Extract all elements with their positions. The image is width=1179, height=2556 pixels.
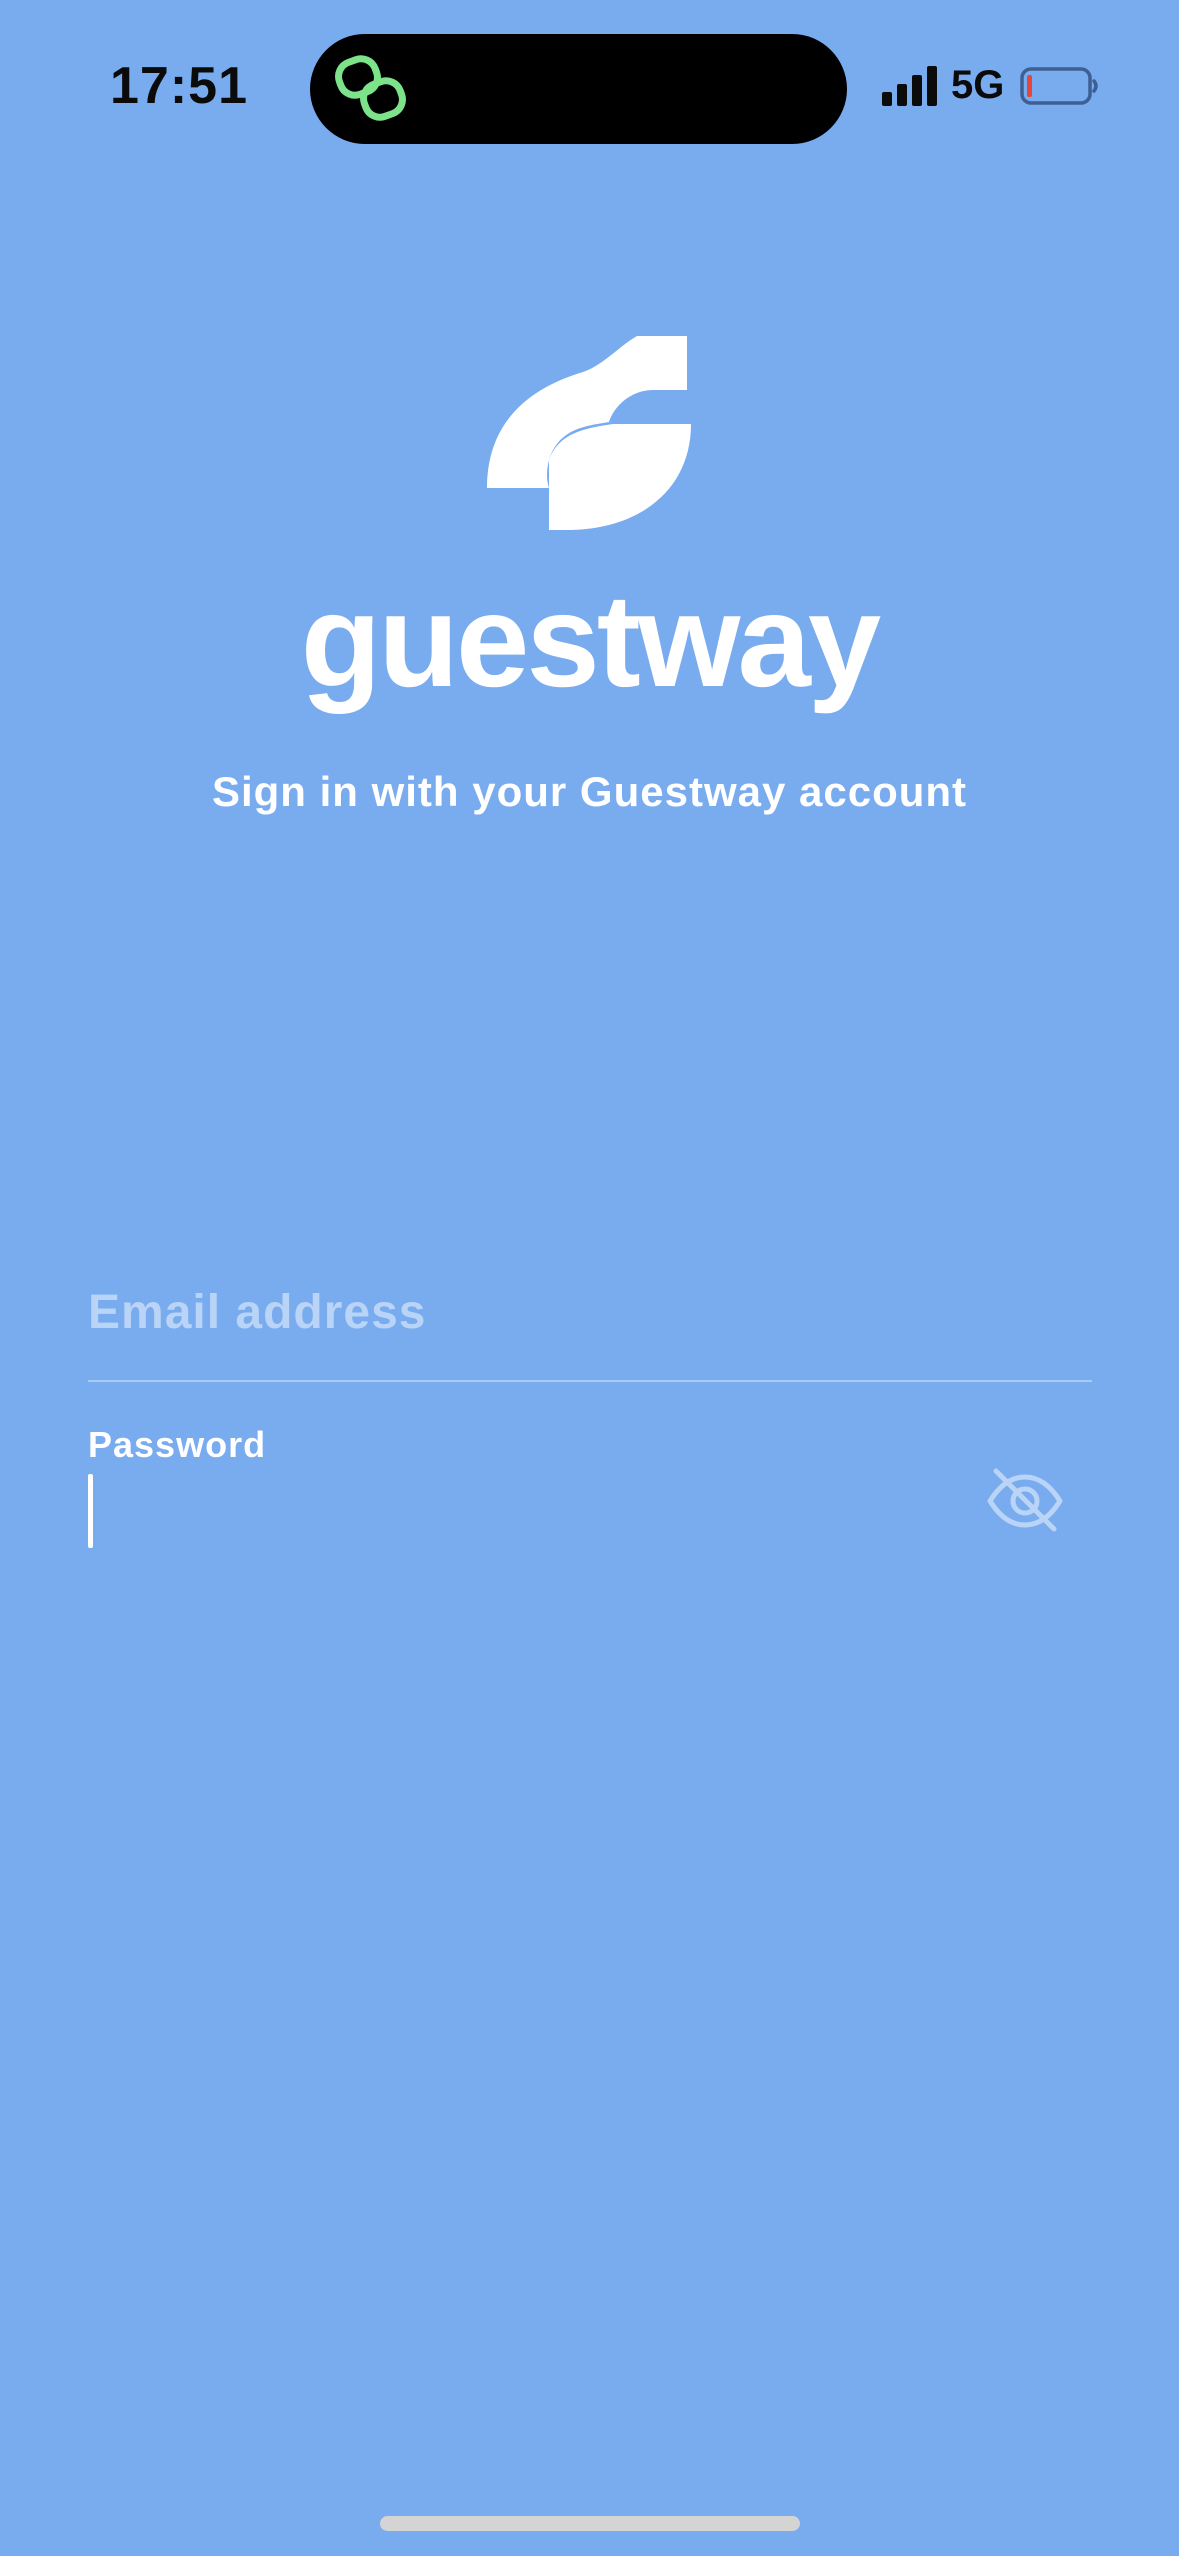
- eye-slash-icon[interactable]: [984, 1465, 1066, 1535]
- email-field[interactable]: [88, 1270, 1092, 1382]
- status-bar: 17:51 5G: [0, 0, 1179, 170]
- cellular-signal-icon: [882, 66, 937, 106]
- battery-low-icon: [1020, 67, 1098, 105]
- password-input[interactable]: [88, 1474, 988, 1556]
- password-field[interactable]: Password: [88, 1420, 1092, 1560]
- linked-rings-icon: [335, 55, 406, 121]
- home-indicator[interactable]: [380, 2516, 800, 2531]
- network-type: 5G: [951, 63, 1005, 107]
- password-label: Password: [88, 1424, 267, 1465]
- guestway-logo-icon: [487, 336, 691, 530]
- sign-in-subtitle: Sign in with your Guestway account: [211, 768, 968, 815]
- dynamic-island[interactable]: [310, 34, 847, 144]
- status-time: 17:51: [110, 57, 248, 115]
- text-cursor: [88, 1474, 93, 1548]
- email-input[interactable]: [88, 1270, 1092, 1354]
- brand-wordmark: guestway: [300, 567, 882, 714]
